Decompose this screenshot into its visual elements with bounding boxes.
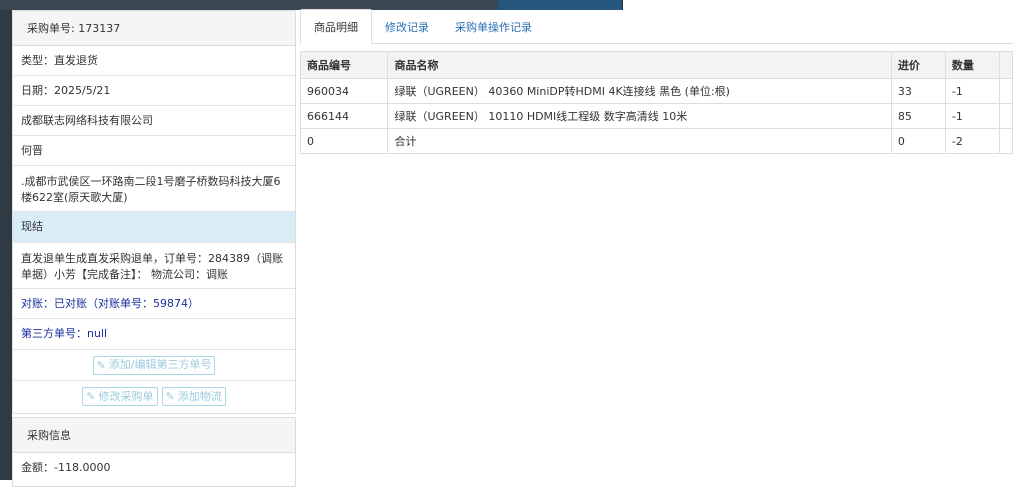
tab-change-log[interactable]: 修改记录 (372, 10, 442, 43)
product-code: 960034 (299, 78, 389, 104)
third-party-button-row: ✎ 添加/编辑第三方单号 (13, 350, 295, 381)
add-third-party-label: 添加/编辑第三方单号 (108, 358, 212, 371)
supplier-address: .成都市武侯区一环路南二段1号磨子桥数码科技大厦6楼622室(原天歌大厦) (13, 166, 295, 212)
column-header[interactable]: 商品编号 (299, 51, 389, 79)
product-name: 绿联（UGREEN） 10110 HDMI线工程级 数字高清线 10米 (387, 103, 892, 129)
edit-icon: ✎ (96, 358, 106, 372)
order-remark: 直发退单生成直发采购退单，订单号：284389（调账单据）小芳【完成备注】： 物… (13, 243, 295, 289)
order-date: 日期：2025/5/21 (13, 76, 295, 106)
total-code: 0 (299, 128, 389, 154)
top-nav-tab[interactable] (164, 0, 245, 10)
order-actions-row: ✎ 修改采购单 ✎ 添加物流 (13, 381, 295, 412)
edit-icon: ✎ (86, 390, 96, 403)
purchase-price: 85 (890, 103, 946, 129)
add-logistics-label: 添加物流 (177, 389, 222, 403)
column-header-overflow (998, 51, 1013, 79)
purchase-price: 33 (890, 78, 946, 104)
detail-tabs: 商品明细 修改记录 采购单操作记录 (300, 9, 1013, 44)
third-party-number: 第三方单号：null (13, 319, 295, 350)
column-header[interactable]: 进价 (890, 51, 946, 79)
table-cell-overflow (998, 78, 1013, 104)
total-label: 合计 (387, 128, 892, 154)
column-header[interactable]: 数量 (944, 51, 1000, 79)
order-type: 类型：直发退货 (13, 46, 295, 76)
edit-order-label: 修改采购单 (98, 389, 154, 403)
left-edge-strip (0, 10, 12, 480)
quantity: -1 (944, 78, 1000, 104)
product-name: 绿联（UGREEN） 40360 MiniDP转HDMI 4K连接线 黑色 (单… (387, 78, 892, 104)
edit-icon: ✎ (165, 390, 175, 403)
top-nav-tab[interactable] (0, 0, 83, 10)
purchase-info-title: 采购信息 (13, 418, 295, 453)
add-logistics-button[interactable]: ✎ 添加物流 (161, 387, 226, 406)
tab-operation-log[interactable]: 采购单操作记录 (442, 10, 545, 43)
edit-order-button[interactable]: ✎ 修改采购单 (82, 387, 158, 406)
tab-product-details[interactable]: 商品明细 (300, 9, 372, 44)
top-nav-strip (0, 0, 1013, 10)
contact-name: 何晋 (13, 136, 295, 166)
table-cell-overflow (998, 128, 1013, 154)
column-header[interactable]: 商品名称 (387, 51, 892, 79)
product-code: 666144 (299, 103, 389, 129)
table-cell-overflow (998, 103, 1013, 129)
order-info-panel: 采购单号: 173137 类型：直发退货 日期：2025/5/21 成都联志网络… (12, 10, 296, 414)
add-third-party-button[interactable]: ✎ 添加/编辑第三方单号 (92, 355, 216, 375)
table-row[interactable]: 666144 绿联（UGREEN） 10110 HDMI线工程级 数字高清线 1… (299, 103, 1013, 129)
order-number-title: 采购单号: 173137 (13, 11, 295, 46)
quantity: -1 (944, 103, 1000, 129)
table-total-row: 0 合计 0 -2 (299, 128, 1013, 154)
top-nav-tab[interactable] (82, 0, 165, 10)
table-row[interactable]: 960034 绿联（UGREEN） 40360 MiniDP转HDMI 4K连接… (299, 78, 1013, 104)
purchase-info-panel: 采购信息 金额：-118.0000 (12, 417, 296, 487)
payment-method: 现结 (13, 212, 295, 243)
supplier-name: 成都联志网络科技有限公司 (13, 106, 295, 136)
purchase-amount: 金额：-118.0000 (21, 461, 111, 474)
table-header-row: 商品编号 商品名称 进价 数量 (299, 51, 1013, 79)
top-nav-tab[interactable] (412, 0, 499, 10)
total-quantity: -2 (944, 128, 1000, 154)
reconcile-status: 对账：已对账（对账单号：59874） (13, 289, 295, 319)
total-price: 0 (890, 128, 946, 154)
top-nav-tab-active[interactable] (498, 0, 623, 10)
product-table: 商品编号 商品名称 进价 数量 960034 绿联（UGREEN） 40360 … (299, 51, 1013, 154)
